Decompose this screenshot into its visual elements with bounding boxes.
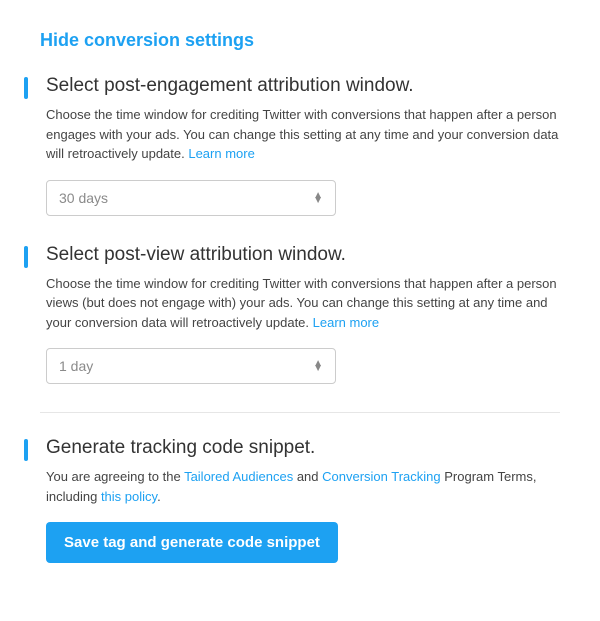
generate-snippet-title: Generate tracking code snippet. — [46, 437, 560, 459]
post-view-learn-more-link[interactable]: Learn more — [313, 315, 379, 330]
save-and-generate-button[interactable]: Save tag and generate code snippet — [46, 522, 338, 563]
post-engagement-window-value: 30 days — [59, 190, 313, 206]
generate-snippet-section: Generate tracking code snippet. You are … — [40, 437, 560, 563]
hide-conversion-settings-toggle[interactable]: Hide conversion settings — [40, 30, 560, 51]
post-view-desc-text: Choose the time window for crediting Twi… — [46, 276, 557, 330]
select-arrows-icon: ▲▼ — [313, 193, 323, 203]
post-view-section: Select post-view attribution window. Cho… — [40, 244, 560, 385]
divider — [40, 412, 560, 413]
post-engagement-desc-text: Choose the time window for crediting Twi… — [46, 107, 558, 161]
terms-text-1: You are agreeing to the — [46, 469, 184, 484]
post-engagement-section: Select post-engagement attribution windo… — [40, 75, 560, 216]
post-engagement-window-select[interactable]: 30 days ▲▼ — [46, 180, 336, 216]
post-engagement-title: Select post-engagement attribution windo… — [46, 75, 560, 97]
terms-text-2: and — [293, 469, 322, 484]
post-engagement-description: Choose the time window for crediting Twi… — [46, 105, 560, 164]
tailored-audiences-link[interactable]: Tailored Audiences — [184, 469, 293, 484]
select-arrows-icon: ▲▼ — [313, 361, 323, 371]
this-policy-link[interactable]: this policy — [101, 489, 157, 504]
post-engagement-learn-more-link[interactable]: Learn more — [188, 146, 254, 161]
conversion-tracking-link[interactable]: Conversion Tracking — [322, 469, 441, 484]
post-view-description: Choose the time window for crediting Twi… — [46, 274, 560, 333]
post-view-window-value: 1 day — [59, 358, 313, 374]
post-view-window-select[interactable]: 1 day ▲▼ — [46, 348, 336, 384]
terms-text-4: . — [157, 489, 161, 504]
generate-snippet-terms: You are agreeing to the Tailored Audienc… — [46, 467, 560, 506]
post-view-title: Select post-view attribution window. — [46, 244, 560, 266]
